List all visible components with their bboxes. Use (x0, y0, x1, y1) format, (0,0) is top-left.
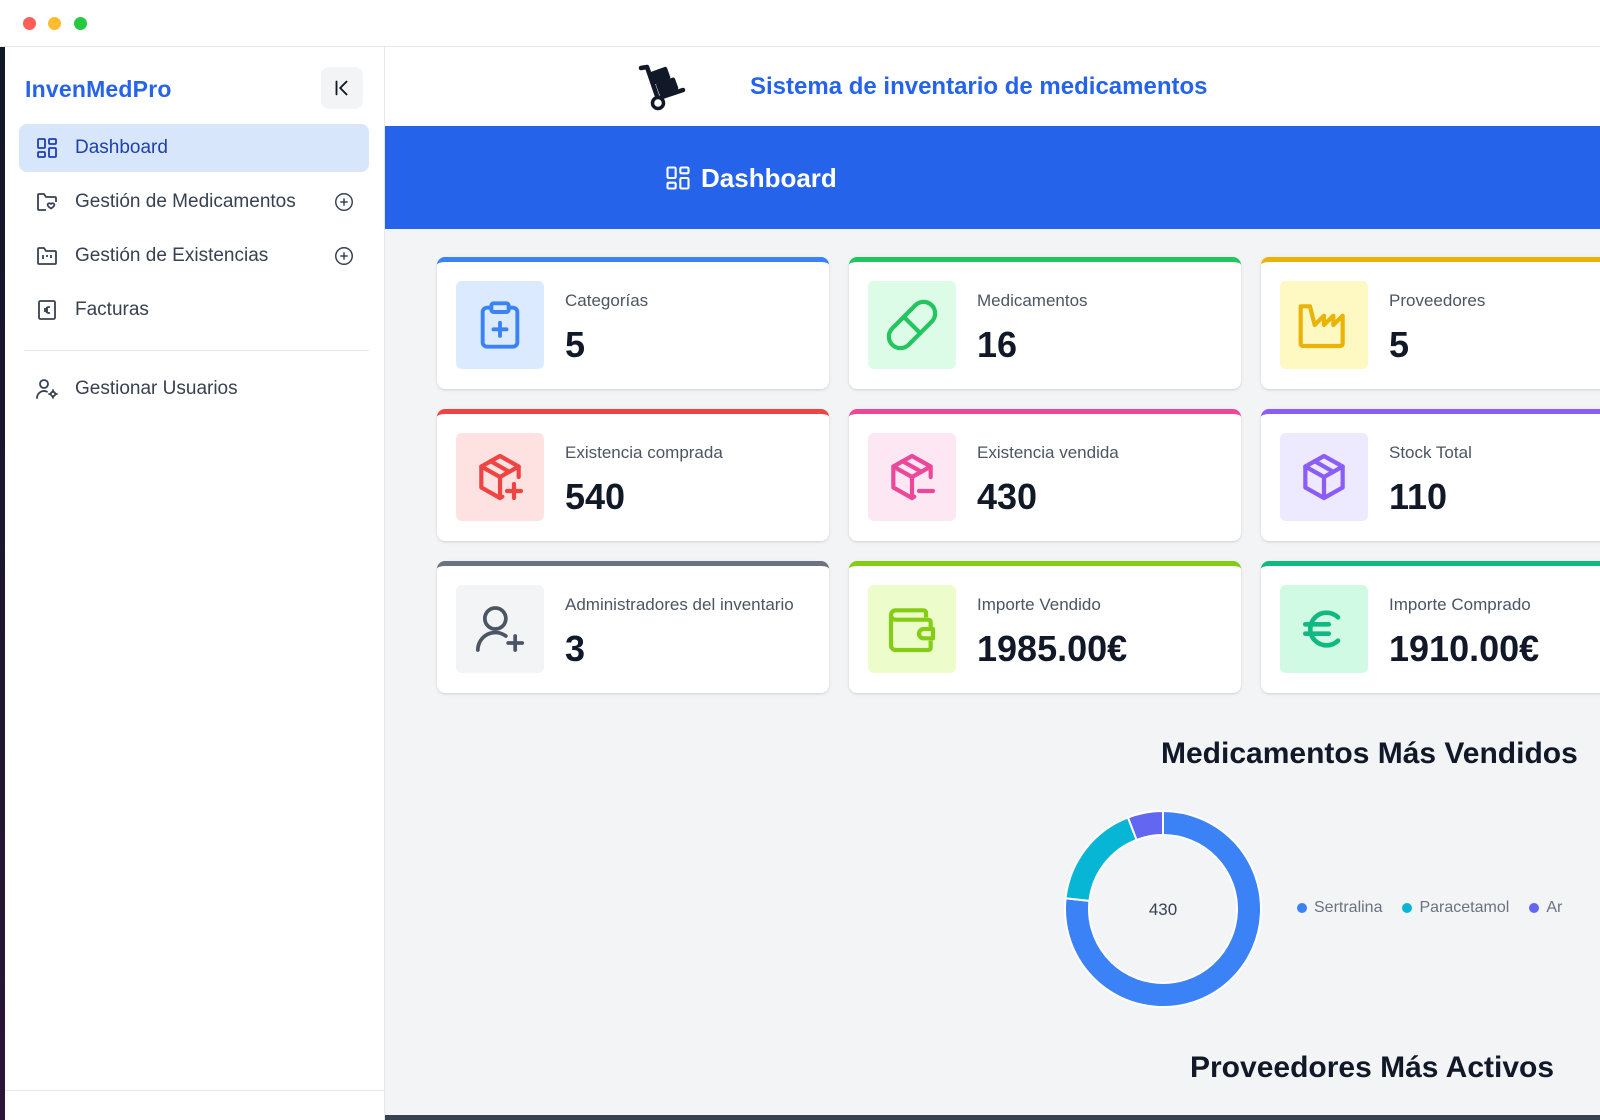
card-label: Medicamentos (977, 291, 1088, 310)
stat-card-existencia-comprada[interactable]: Existencia comprada 540 (437, 409, 829, 541)
card-label: Categorías (565, 291, 649, 310)
card-value: 540 (565, 476, 626, 517)
stat-card-importe-comprado[interactable]: Importe Comprado 1910.00€ (1261, 561, 1600, 693)
chart-legend: Sertralina Paracetamol Ar (1297, 899, 1582, 917)
card-value: 1985.00€ (977, 628, 1128, 669)
sidebar-item-usuarios[interactable]: Gestionar Usuarios (19, 365, 369, 413)
sidebar-divider (24, 350, 369, 351)
card-value: 5 (1389, 324, 1410, 365)
user-plus-icon (456, 585, 544, 673)
factory-icon (1280, 281, 1368, 369)
legend-label: Paracetamol (1419, 899, 1510, 916)
stat-card-existencia-vendida[interactable]: Existencia vendida 430 (849, 409, 1241, 541)
card-value: 430 (977, 476, 1038, 517)
user-cog-icon (35, 377, 59, 401)
stat-card-stock-total[interactable]: Stock Total 110 (1261, 409, 1600, 541)
card-value: 5 (565, 324, 586, 365)
sidebar-item-label: Gestión de Existencias (75, 245, 269, 266)
page-banner: Dashboard (385, 126, 1600, 229)
card-label: Administradores del inventario (565, 595, 794, 614)
top-header: Sistema de inventario de medicamentos (385, 47, 1600, 126)
sidebar: InvenMedPro Dashboard Gestión de Medicam… (5, 47, 385, 1120)
card-value: 1910.00€ (1389, 628, 1540, 669)
clipboard-plus-icon (456, 281, 544, 369)
page-title: Dashboard (701, 163, 837, 193)
stat-card-proveedores[interactable]: Proveedores 5 (1261, 257, 1600, 389)
legend-label: Sertralina (1314, 899, 1383, 916)
window-maximize-button[interactable] (74, 17, 87, 30)
stat-card-categorias[interactable]: Categorías 5 (437, 257, 829, 389)
collapse-left-icon (335, 80, 348, 96)
stat-card-administradores[interactable]: Administradores del inventario 3 (437, 561, 829, 693)
stat-card-medicamentos[interactable]: Medicamentos 16 (849, 257, 1241, 389)
sidebar-item-facturas[interactable]: Facturas (19, 286, 369, 334)
dashboard-grid-icon (666, 166, 690, 190)
collapse-sidebar-button[interactable] (321, 67, 363, 109)
legend-dot (1402, 903, 1413, 913)
app-title: Sistema de inventario de medicamentos (750, 73, 1208, 100)
expand-plus-icon[interactable] (333, 245, 355, 267)
invoice-euro-icon (35, 298, 59, 322)
sidebar-item-label: Gestión de Medicamentos (75, 191, 296, 212)
euro-icon (1280, 585, 1368, 673)
folder-heart-icon (35, 190, 59, 214)
card-value: 3 (565, 628, 586, 669)
top-sold-title: Medicamentos Más Vendidos (1161, 737, 1578, 770)
sidebar-item-medicamentos[interactable]: Gestión de Medicamentos (19, 178, 369, 226)
package-icon (1280, 433, 1368, 521)
card-label: Proveedores (1389, 291, 1486, 310)
pill-icon (868, 281, 956, 369)
top-sold-donut-chart: 430 (1064, 809, 1262, 1008)
legend-dot (1297, 903, 1307, 913)
card-value: 110 (1389, 476, 1448, 517)
legend-item-paracetamol[interactable]: Paracetamol (1402, 899, 1509, 917)
card-label: Existencia comprada (565, 443, 723, 462)
sidebar-item-existencias[interactable]: Gestión de Existencias (19, 232, 369, 280)
card-label: Importe Comprado (1389, 595, 1531, 614)
legend-item-ar[interactable]: Ar (1529, 899, 1562, 917)
stat-card-importe-vendido[interactable]: Importe Vendido 1985.00€ (849, 561, 1241, 693)
package-minus-icon (868, 433, 956, 521)
legend-item-sertralina[interactable]: Sertralina (1297, 899, 1382, 917)
main-content: Sistema de inventario de medicamentos Da… (385, 47, 1600, 1120)
card-label: Stock Total (1389, 443, 1472, 462)
legend-label: Ar (1546, 899, 1563, 916)
donut-center-label: 430 (1149, 900, 1177, 919)
bottom-border (385, 1115, 1600, 1120)
sidebar-item-label: Dashboard (75, 137, 168, 158)
card-label: Existencia vendida (977, 443, 1119, 462)
sidebar-footer (5, 1090, 385, 1120)
dashboard-grid-icon (35, 136, 59, 160)
hand-truck-logo-icon (638, 64, 686, 111)
wallet-icon (868, 585, 956, 673)
sidebar-item-label: Facturas (75, 299, 149, 320)
window-minimize-button[interactable] (48, 17, 61, 30)
sidebar-item-label: Gestionar Usuarios (75, 378, 238, 399)
brand-logo: InvenMedPro (25, 76, 172, 102)
donut-slice-paracetamol[interactable] (1064, 816, 1138, 903)
top-suppliers-title: Proveedores Más Activos (1190, 1051, 1555, 1084)
window-close-button[interactable] (23, 17, 36, 30)
kanban-folder-icon (35, 244, 59, 268)
legend-dot (1529, 903, 1540, 913)
card-label: Importe Vendido (977, 595, 1101, 614)
expand-plus-icon[interactable] (333, 191, 355, 213)
window-titlebar (0, 0, 1600, 47)
package-plus-icon (456, 433, 544, 521)
sidebar-item-dashboard[interactable]: Dashboard (19, 124, 369, 172)
card-value: 16 (977, 324, 1018, 365)
